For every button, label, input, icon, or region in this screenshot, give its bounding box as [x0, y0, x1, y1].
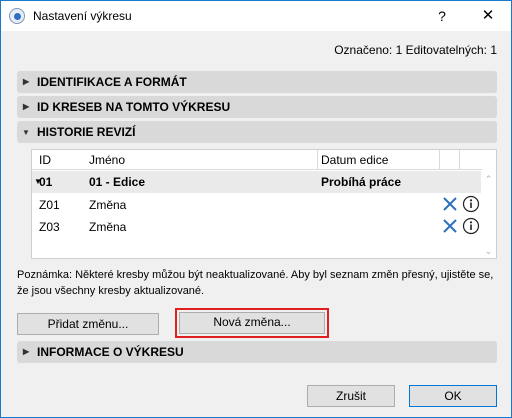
chevron-right-icon: ▶	[23, 347, 30, 356]
section-revision-history[interactable]: ▼ HISTORIE REVIZÍ	[17, 121, 497, 143]
info-icon[interactable]	[462, 217, 480, 235]
close-button[interactable]: ✕	[465, 1, 511, 31]
row-name: 01 - Edice	[89, 175, 146, 189]
selection-info: Označeno: 1 Editovatelných: 1	[334, 43, 497, 57]
section-drawing-info[interactable]: ▶ INFORMACE O VÝKRESU	[17, 341, 497, 363]
section-label: ID KRESEB NA TOMTO VÝKRESU	[37, 100, 231, 114]
chevron-right-icon: ▶	[23, 77, 30, 86]
scroll-up-icon[interactable]: ⌃	[481, 172, 496, 186]
table-row-group[interactable]: ▼ 01 01 - Edice Probíhá práce	[32, 171, 482, 193]
row-name: Změna	[89, 220, 127, 234]
window-title: Nastavení výkresu	[33, 9, 132, 23]
scroll-down-icon[interactable]: ⌄	[481, 244, 496, 258]
app-icon	[9, 8, 25, 24]
column-header-date[interactable]: Datum edice	[321, 153, 388, 167]
column-divider	[459, 150, 460, 170]
row-name: Změna	[89, 198, 127, 212]
title-bar: Nastavení výkresu ? ✕	[1, 1, 511, 31]
add-change-button[interactable]: Přidat změnu...	[17, 313, 159, 335]
help-button[interactable]: ?	[419, 1, 465, 31]
section-label: INFORMACE O VÝKRESU	[37, 345, 184, 359]
section-label: HISTORIE REVIZÍ	[37, 125, 136, 139]
column-header-id[interactable]: ID	[39, 153, 51, 167]
cancel-button[interactable]: Zrušit	[307, 385, 395, 407]
ok-button[interactable]: OK	[409, 385, 497, 407]
row-id: Z03	[39, 220, 60, 234]
row-id: Z01	[39, 198, 60, 212]
chevron-right-icon: ▶	[23, 102, 30, 111]
table-header: ID Jméno Datum edice	[32, 150, 482, 170]
column-divider	[439, 150, 440, 170]
info-icon[interactable]	[462, 195, 480, 213]
dialog-window: Nastavení výkresu ? ✕ Označeno: 1 Editov…	[0, 0, 512, 418]
new-change-button[interactable]: Nová změna...	[179, 312, 325, 334]
section-label: IDENTIFIKACE A FORMÁT	[37, 75, 187, 89]
section-identification[interactable]: ▶ IDENTIFIKACE A FORMÁT	[17, 71, 497, 93]
table-scrollbar[interactable]: ⌃ ⌄	[481, 170, 496, 258]
table-row[interactable]: Z01 Změna	[32, 194, 482, 216]
revision-table: ID Jméno Datum edice ▼ 01 01 - Edice Pro…	[31, 149, 497, 259]
column-header-name[interactable]: Jméno	[89, 153, 125, 167]
note-text: Poznámka: Některé kresby můžou být neakt…	[17, 269, 494, 297]
remove-icon[interactable]	[442, 218, 458, 234]
section-drawing-ids[interactable]: ▶ ID KRESEB NA TOMTO VÝKRESU	[17, 96, 497, 118]
new-change-highlight: Nová změna...	[175, 308, 329, 338]
dialog-content: Označeno: 1 Editovatelných: 1 ▶ IDENTIFI…	[1, 31, 511, 417]
row-id: 01	[39, 175, 53, 189]
row-date: Probíhá práce	[321, 175, 402, 189]
column-divider	[317, 150, 318, 170]
table-row[interactable]: Z03 Změna	[32, 216, 482, 238]
remove-icon[interactable]	[442, 196, 458, 212]
chevron-down-icon: ▼	[22, 128, 30, 137]
